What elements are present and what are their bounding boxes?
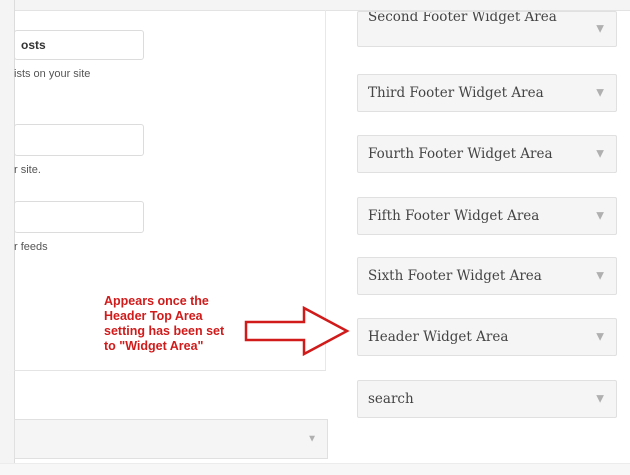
feeds-field-description: r feeds [14,241,48,253]
widget-area-select-fourth-footer[interactable]: Fourth Footer Widget Area ▼ [357,135,617,173]
widget-area-label: search [368,391,414,407]
widget-area-select-search[interactable]: search ▼ [357,380,617,418]
section-divider [14,370,326,371]
window-bottom-edge [0,463,630,475]
widget-area-label: Third Footer Widget Area [368,85,544,101]
posts-field-description: ists on your site [14,68,91,80]
chevron-down-icon: ▼ [307,433,317,445]
site-field-description: r site. [14,164,41,176]
widget-area-select-third-footer[interactable]: Third Footer Widget Area ▼ [357,74,617,112]
widget-area-label: Second Footer Widget Area [368,11,557,25]
site-field[interactable] [14,124,144,156]
chevron-down-icon: ▼ [596,23,604,35]
window-top-edge [0,0,630,11]
widget-area-label: Fifth Footer Widget Area [368,208,540,224]
chevron-down-icon: ▼ [596,210,604,222]
chevron-down-icon: ▼ [596,148,604,160]
chevron-down-icon: ▼ [596,331,604,343]
widget-area-label: Sixth Footer Widget Area [368,268,542,284]
chevron-down-icon: ▼ [596,270,604,282]
right-arrow-icon [244,305,350,357]
chevron-down-icon: ▼ [596,393,604,405]
widget-area-select-second-footer[interactable]: Second Footer Widget Area ▼ [357,11,617,47]
posts-count-field[interactable]: osts [14,30,144,60]
widget-area-label: Header Widget Area [368,329,509,345]
widget-area-select-fifth-footer[interactable]: Fifth Footer Widget Area ▼ [357,197,617,235]
annotation-note: Appears once the Header Top Area setting… [104,294,225,353]
widget-area-label: Fourth Footer Widget Area [368,146,553,162]
feeds-field[interactable] [14,201,144,233]
widget-area-select-header[interactable]: Header Widget Area ▼ [357,318,617,356]
chevron-down-icon: ▼ [596,87,604,99]
lower-dropdown[interactable]: ▼ [14,419,328,459]
window-left-edge [0,0,15,474]
posts-count-field-value: osts [21,38,46,52]
widget-area-select-sixth-footer[interactable]: Sixth Footer Widget Area ▼ [357,257,617,295]
